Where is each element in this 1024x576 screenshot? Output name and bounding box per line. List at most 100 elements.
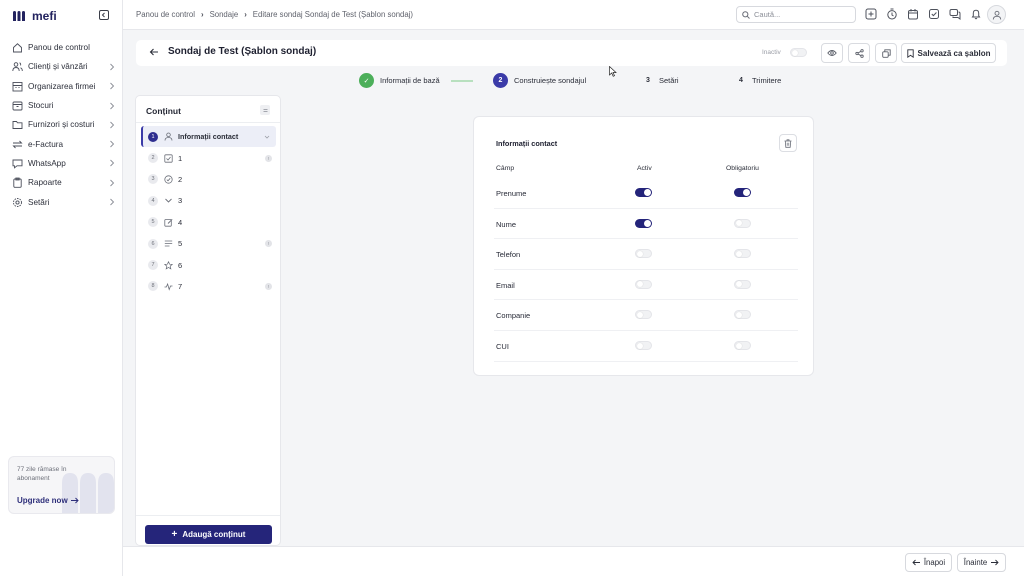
field-label: Email: [496, 280, 515, 290]
table-row: Prenume: [494, 178, 798, 209]
back-button-label: Înapoi: [923, 558, 946, 567]
next-button-label: Înainte: [963, 558, 988, 567]
folder-icon: [12, 121, 23, 130]
duplicate-button[interactable]: [875, 43, 897, 63]
breadcrumb-current: Editare sondaj Sondaj de Test (Șablon so…: [252, 10, 414, 19]
item-label: Informații contact: [178, 132, 239, 142]
item-number: 3: [148, 174, 158, 185]
active-toggle[interactable]: [635, 218, 652, 228]
collapse-sidebar-button[interactable]: [99, 10, 109, 20]
required-toggle[interactable]: [734, 188, 751, 197]
active-toggle[interactable]: [635, 341, 652, 350]
sidebar-item-label: Stocuri: [28, 101, 54, 111]
step-number: 2: [493, 73, 508, 88]
person-icon: [164, 132, 173, 141]
task-check-icon[interactable]: [928, 8, 940, 20]
table-row: Email: [494, 270, 798, 301]
active-toggle[interactable]: [635, 188, 652, 197]
step-settings[interactable]: 3 Setări: [643, 73, 679, 88]
breadcrumb: Panou de control › Sondaje › Editare son…: [136, 10, 413, 19]
content-item[interactable]: 6 5!: [141, 233, 276, 254]
active-toggle[interactable]: [635, 310, 652, 320]
arrow-left-icon: [912, 559, 920, 566]
back-arrow-icon[interactable]: [149, 47, 159, 57]
required-toggle[interactable]: [734, 218, 751, 228]
active-toggle[interactable]: [635, 279, 652, 289]
breadcrumb-item[interactable]: Sondaje: [210, 10, 239, 19]
messages-icon[interactable]: [949, 8, 961, 20]
content-item[interactable]: 1 Informații contact: [141, 126, 276, 148]
mouse-cursor-icon: [609, 66, 617, 77]
chevron-right-icon: [110, 160, 115, 167]
contact-info-card: Informații contact Câmp Activ Obligatori…: [473, 116, 814, 376]
content-panel-title: Conținut: [146, 106, 181, 116]
sidebar-item-clienti-si-vanzari[interactable]: Clienți și vânzări: [0, 57, 123, 76]
search-box[interactable]: [736, 6, 856, 23]
delete-button[interactable]: [779, 134, 797, 152]
logo[interactable]: mefi: [12, 9, 57, 23]
item-label: 5: [178, 239, 183, 249]
content-item[interactable]: 76: [141, 254, 276, 275]
share-button[interactable]: [848, 43, 870, 63]
required-badge: !: [265, 154, 272, 162]
step-number: 4: [739, 77, 743, 84]
edit-icon: [164, 218, 173, 227]
table-row: Nume: [494, 209, 798, 240]
required-toggle[interactable]: [734, 310, 751, 320]
required-toggle[interactable]: [734, 279, 751, 289]
content-item[interactable]: 2 1!: [141, 147, 276, 168]
gear-icon: [13, 197, 22, 207]
search-input[interactable]: [754, 10, 849, 19]
add-content-button[interactable]: + Adaugă conținut: [145, 525, 272, 544]
copy-icon: [881, 48, 891, 58]
save-as-template-button[interactable]: Salvează ca șablon: [901, 43, 996, 63]
building-icon: [12, 81, 23, 92]
collapse-panel-button[interactable]: [260, 105, 270, 115]
bottom-bar: Înapoi Înainte: [123, 546, 1024, 576]
preview-button[interactable]: [821, 43, 843, 63]
add-square-icon[interactable]: [865, 8, 877, 20]
sidebar-item-label: Rapoarte: [28, 178, 62, 188]
upgrade-now-link[interactable]: Upgrade now: [17, 496, 79, 505]
active-toggle[interactable]: [635, 249, 652, 259]
timer-icon[interactable]: [886, 8, 898, 20]
back-button[interactable]: Înapoi: [905, 553, 952, 572]
avatar[interactable]: [987, 5, 1006, 24]
content-item[interactable]: 43: [141, 190, 276, 211]
item-number: 2: [148, 153, 158, 164]
sidebar-item-rapoarte[interactable]: Rapoarte: [0, 173, 123, 192]
column-header-required: Obligatoriu: [726, 165, 759, 172]
sidebar-item-whatsapp[interactable]: WhatsApp: [0, 154, 123, 173]
item-label: 6: [178, 260, 183, 270]
item-number: 8: [148, 281, 158, 292]
required-toggle[interactable]: [734, 341, 751, 350]
sidebar-nav: Panou de control Clienți și vânzări Organi…: [0, 38, 123, 212]
content-item[interactable]: 8 7!: [141, 276, 276, 297]
required-toggle[interactable]: [734, 249, 751, 259]
field-label: Prenume: [496, 189, 527, 198]
bell-icon[interactable]: [970, 8, 982, 20]
step-send[interactable]: 4 Trimitere: [736, 73, 781, 88]
sidebar-item-furnizori-si-costuri[interactable]: Furnizori și costuri: [0, 115, 123, 134]
sidebar-item-stocuri[interactable]: Stocuri: [0, 96, 123, 115]
logo-text: mefi: [32, 9, 57, 23]
sidebar-item-e-factura[interactable]: e-Factura: [0, 134, 123, 153]
active-status-toggle[interactable]: [790, 48, 807, 57]
step-number: 3: [646, 77, 650, 84]
sidebar-item-panou-de-control[interactable]: Panou de control: [0, 38, 123, 57]
chevron-right-icon: [110, 63, 115, 71]
sidebar-item-setari[interactable]: Setări: [0, 192, 123, 211]
home-icon: [13, 43, 22, 53]
next-button[interactable]: Înainte: [957, 553, 1006, 572]
step-label: Trimitere: [752, 76, 782, 85]
step-label: Setări: [659, 76, 679, 85]
calendar-icon[interactable]: [907, 8, 919, 20]
step-basic-info[interactable]: ✓ Informații de bază: [359, 73, 440, 88]
content-item[interactable]: 32: [141, 169, 276, 190]
breadcrumb-item[interactable]: Panou de control: [136, 10, 195, 19]
divider: [136, 515, 280, 516]
content-item[interactable]: 54: [141, 212, 276, 233]
sidebar-item-organizarea-firmei[interactable]: Organizarea firmei: [0, 77, 123, 96]
exchange-icon: [12, 140, 23, 148]
step-build-survey[interactable]: 2 Construiește sondajul: [493, 73, 586, 88]
